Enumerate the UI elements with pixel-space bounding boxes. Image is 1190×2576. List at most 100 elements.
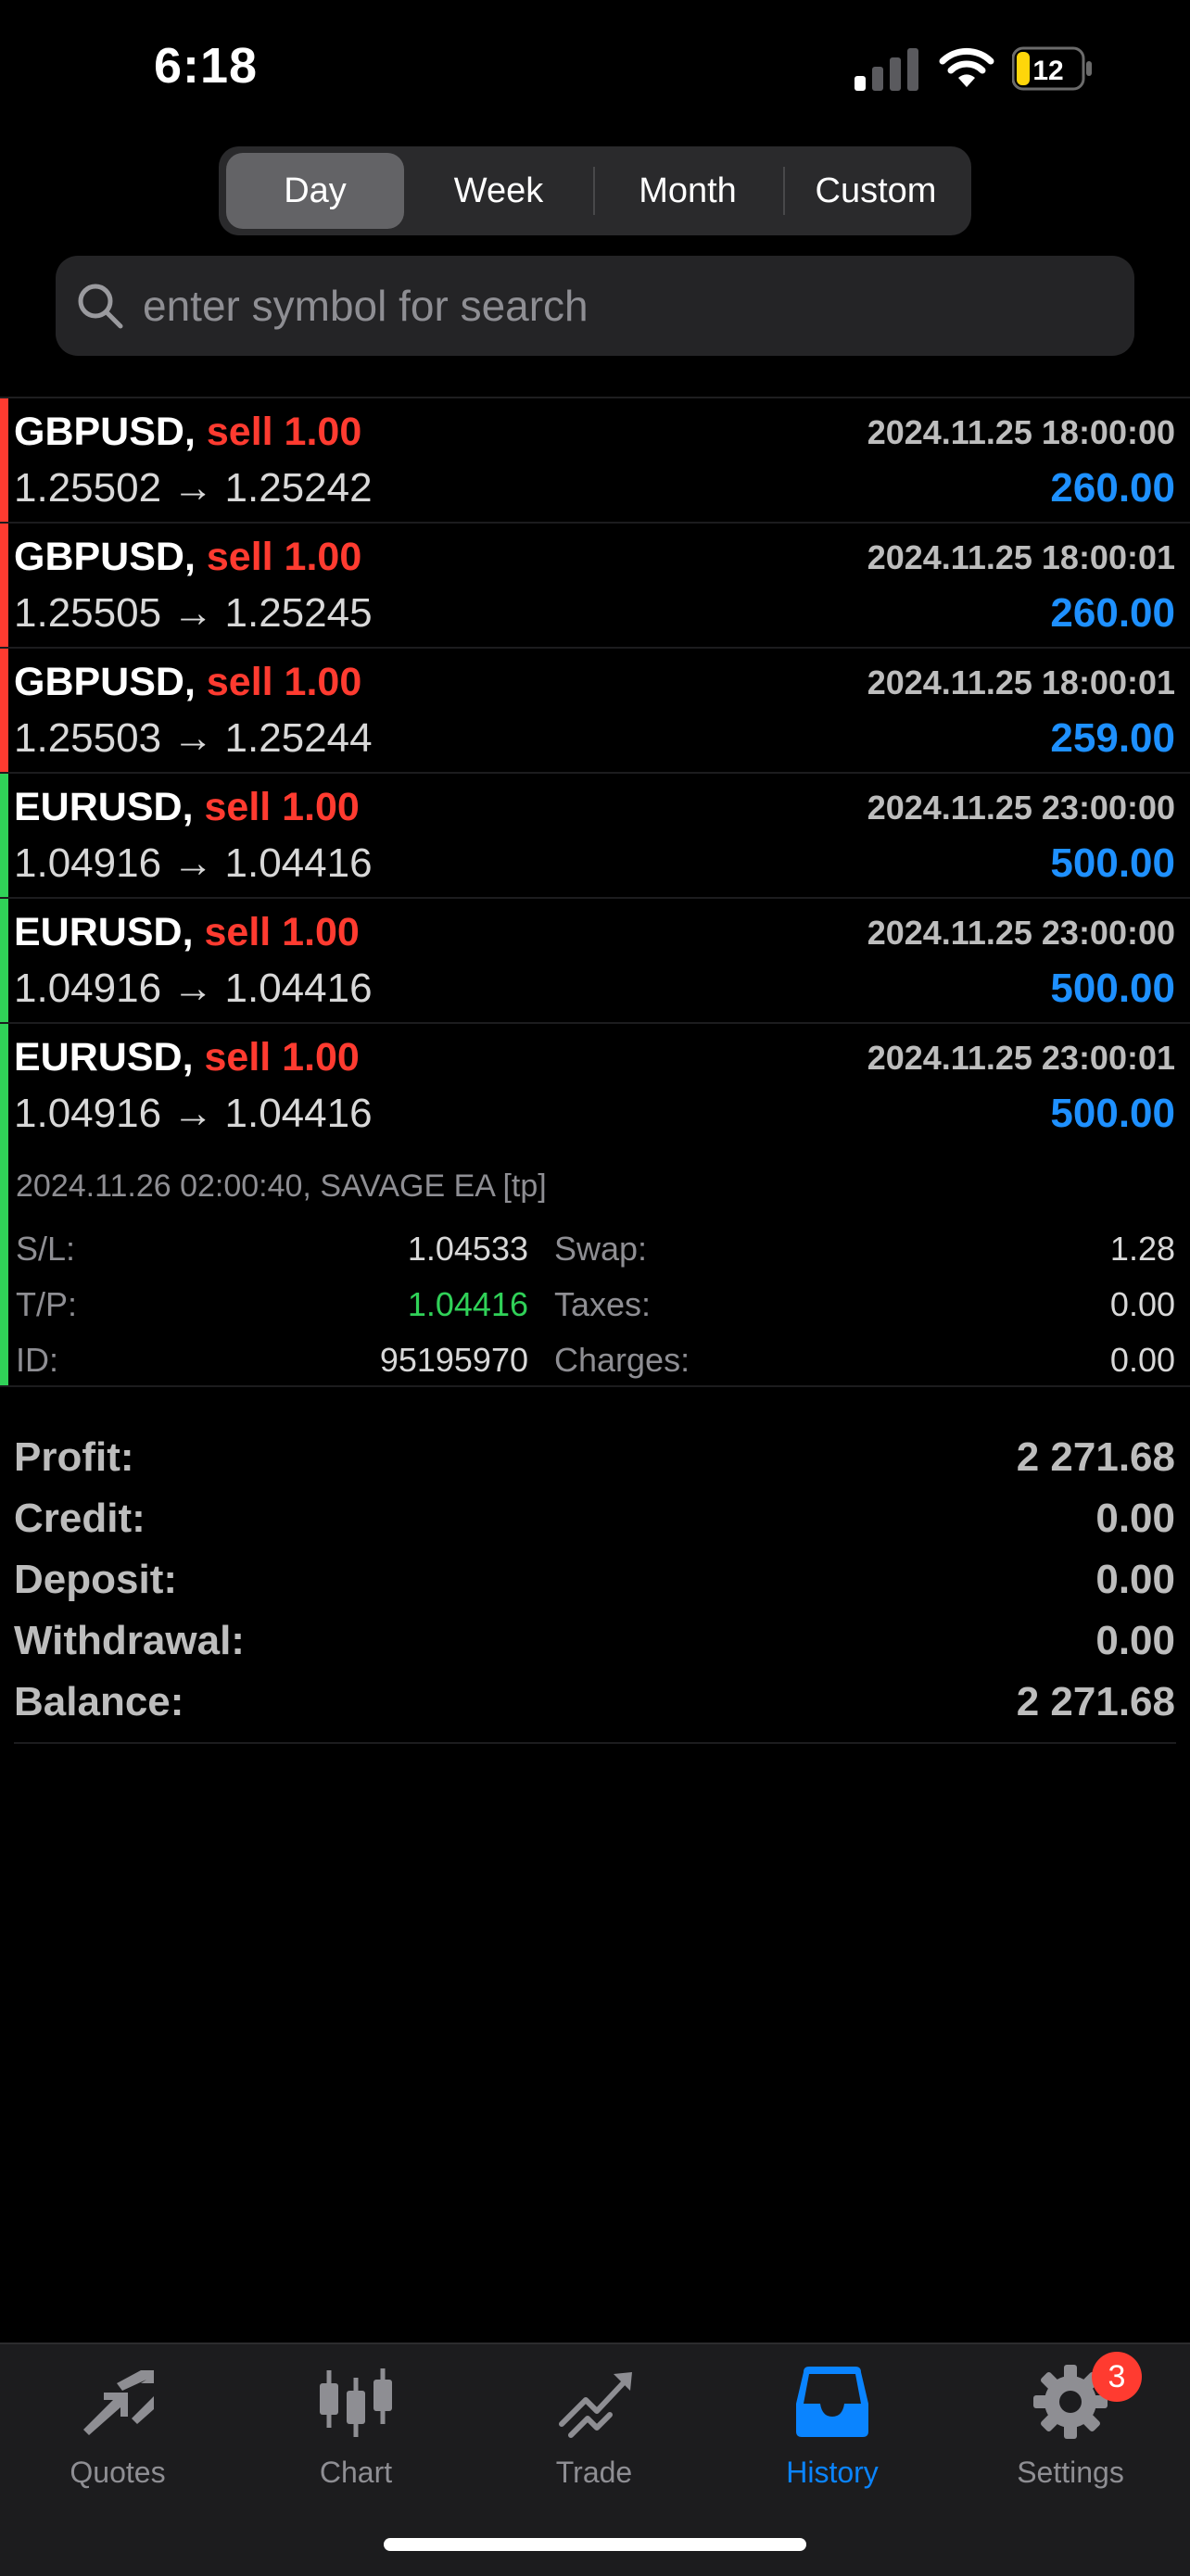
deal-side: sell 1.00 — [206, 410, 362, 454]
deal-side: sell 1.00 — [204, 1035, 360, 1080]
status-time: 6:18 — [154, 38, 259, 94]
summary-row-credit: Credit: 0.00 — [0, 1496, 1190, 1557]
tab-label: Quotes — [70, 2456, 166, 2489]
deal-time: 2024.11.25 18:00:01 — [867, 538, 1175, 576]
deal-time: 2024.11.25 18:00:00 — [867, 413, 1175, 451]
tab-label: History — [786, 2456, 879, 2489]
deal-row-expanded[interactable]: EURUSD, sell 1.00 2024.11.25 23:00:01 1.… — [0, 1024, 1190, 1387]
wifi-icon — [939, 47, 994, 87]
deal-symbol: GBPUSD, — [14, 410, 196, 454]
summary-value: 2 271.68 — [1016, 1679, 1175, 1724]
deal-symbol: EURUSD, — [14, 910, 194, 954]
deal-prices: 1.04916 → 1.04416 — [14, 966, 373, 1011]
swap-value: 1.28 — [1109, 1230, 1175, 1268]
summary-value: 0.00 — [1095, 1618, 1175, 1663]
deal-color-bar — [0, 774, 8, 897]
tab-history[interactable]: History — [740, 2363, 925, 2502]
deal-row[interactable]: GBPUSD, sell 1.00 2024.11.25 18:00:01 1.… — [0, 649, 1190, 774]
summary-label: Withdrawal: — [14, 1618, 245, 1663]
sl-value: 1.04533 — [407, 1230, 528, 1268]
deal-side: sell 1.00 — [206, 660, 362, 704]
summary-value: 0.00 — [1095, 1557, 1175, 1602]
deal-color-bar — [0, 899, 8, 1022]
chart-icon — [320, 2368, 392, 2437]
summary-row-deposit: Deposit: 0.00 — [0, 1557, 1190, 1618]
summary-divider — [14, 1742, 1176, 1744]
deal-symbol: EURUSD, — [14, 1035, 194, 1080]
deal-prices: 1.04916 → 1.04416 — [14, 840, 373, 886]
charges-value: 0.00 — [1109, 1341, 1175, 1379]
period-month-button[interactable]: Month — [595, 153, 780, 229]
period-day-button[interactable]: Day — [226, 153, 404, 229]
tab-chart[interactable]: Chart — [263, 2363, 449, 2502]
deal-symbol-line: EURUSD, sell 1.00 — [14, 785, 360, 830]
cellular-signal-icon — [855, 48, 918, 91]
period-week-button[interactable]: Week — [406, 153, 591, 229]
summary-row-withdrawal: Withdrawal: 0.00 — [0, 1618, 1190, 1679]
tab-trade[interactable]: Trade — [501, 2363, 687, 2502]
id-value: 95195970 — [379, 1341, 528, 1379]
deal-prices: 1.25503 → 1.25244 — [14, 715, 373, 761]
deal-prices: 1.04916 → 1.04416 — [14, 1091, 373, 1136]
deal-color-bar — [0, 398, 8, 522]
summary-label: Balance: — [14, 1679, 184, 1724]
deal-color-bar — [0, 1024, 8, 1385]
tab-label: Settings — [1017, 2456, 1124, 2489]
deal-prices: 1.25505 → 1.25245 — [14, 590, 373, 636]
deal-comment: 2024.11.26 02:00:40, SAVAGE EA [tp] — [16, 1168, 547, 1204]
deal-time: 2024.11.25 23:00:01 — [867, 1039, 1175, 1077]
deal-symbol: GBPUSD, — [14, 535, 196, 579]
deal-side: sell 1.00 — [206, 535, 362, 579]
deal-symbol-line: EURUSD, sell 1.00 — [14, 910, 360, 955]
search-input[interactable] — [141, 280, 1108, 332]
deal-symbol-line: GBPUSD, sell 1.00 — [14, 410, 361, 455]
deal-symbol-line: GBPUSD, sell 1.00 — [14, 660, 361, 705]
battery-icon: 12 — [1011, 46, 1094, 91]
taxes-value: 0.00 — [1109, 1285, 1175, 1323]
deal-time: 2024.11.25 23:00:00 — [867, 914, 1175, 952]
summary-row-profit: Profit: 2 271.68 — [0, 1434, 1190, 1496]
charges-label: Charges: — [554, 1341, 690, 1379]
search-icon — [78, 284, 123, 329]
deal-time: 2024.11.25 23:00:00 — [867, 789, 1175, 827]
summary-row-balance: Balance: 2 271.68 — [0, 1679, 1190, 1740]
deal-row[interactable]: EURUSD, sell 1.00 2024.11.25 23:00:00 1.… — [0, 899, 1190, 1024]
deal-profit: 500.00 — [1050, 1091, 1175, 1136]
summary-value: 0.00 — [1095, 1496, 1175, 1541]
period-selector: Day Week Month Custom — [219, 146, 971, 235]
sl-label: S/L: — [16, 1230, 76, 1268]
search-bar — [56, 256, 1134, 356]
deal-side: sell 1.00 — [204, 785, 360, 829]
id-label: ID: — [16, 1341, 59, 1379]
period-custom-button[interactable]: Custom — [785, 153, 967, 229]
tp-value: 1.04416 — [407, 1285, 528, 1323]
deal-symbol-line: EURUSD, sell 1.00 — [14, 1035, 360, 1080]
summary-value: 2 271.68 — [1016, 1434, 1175, 1480]
summary-label: Profit: — [14, 1434, 134, 1480]
deal-symbol-line: GBPUSD, sell 1.00 — [14, 535, 361, 580]
account-summary: Profit: 2 271.68 Credit: 0.00 Deposit: 0… — [0, 1434, 1190, 1740]
deal-profit: 260.00 — [1050, 590, 1175, 636]
trade-icon — [559, 2372, 632, 2438]
tab-quotes[interactable]: Quotes — [25, 2363, 210, 2502]
deal-symbol: EURUSD, — [14, 785, 194, 829]
home-indicator[interactable] — [384, 2538, 806, 2551]
deal-row[interactable]: GBPUSD, sell 1.00 2024.11.25 18:00:01 1.… — [0, 524, 1190, 649]
deal-row[interactable]: GBPUSD, sell 1.00 2024.11.25 18:00:00 1.… — [0, 398, 1190, 524]
history-icon — [796, 2367, 868, 2437]
settings-notification-badge: 3 — [1092, 2352, 1142, 2402]
deal-profit: 500.00 — [1050, 840, 1175, 886]
summary-label: Deposit: — [14, 1557, 177, 1602]
tab-label: Chart — [319, 2456, 393, 2489]
deal-profit: 500.00 — [1050, 966, 1175, 1011]
tp-label: T/P: — [16, 1285, 78, 1323]
deal-symbol: GBPUSD, — [14, 660, 196, 704]
deal-color-bar — [0, 649, 8, 772]
deal-time: 2024.11.25 18:00:01 — [867, 663, 1175, 701]
deal-profit: 260.00 — [1050, 465, 1175, 511]
battery-level: 12 — [1032, 56, 1063, 86]
quotes-icon — [83, 2370, 154, 2435]
tab-label: Trade — [555, 2456, 633, 2489]
deal-row[interactable]: EURUSD, sell 1.00 2024.11.25 23:00:00 1.… — [0, 774, 1190, 899]
deal-prices: 1.25502 → 1.25242 — [14, 465, 373, 511]
